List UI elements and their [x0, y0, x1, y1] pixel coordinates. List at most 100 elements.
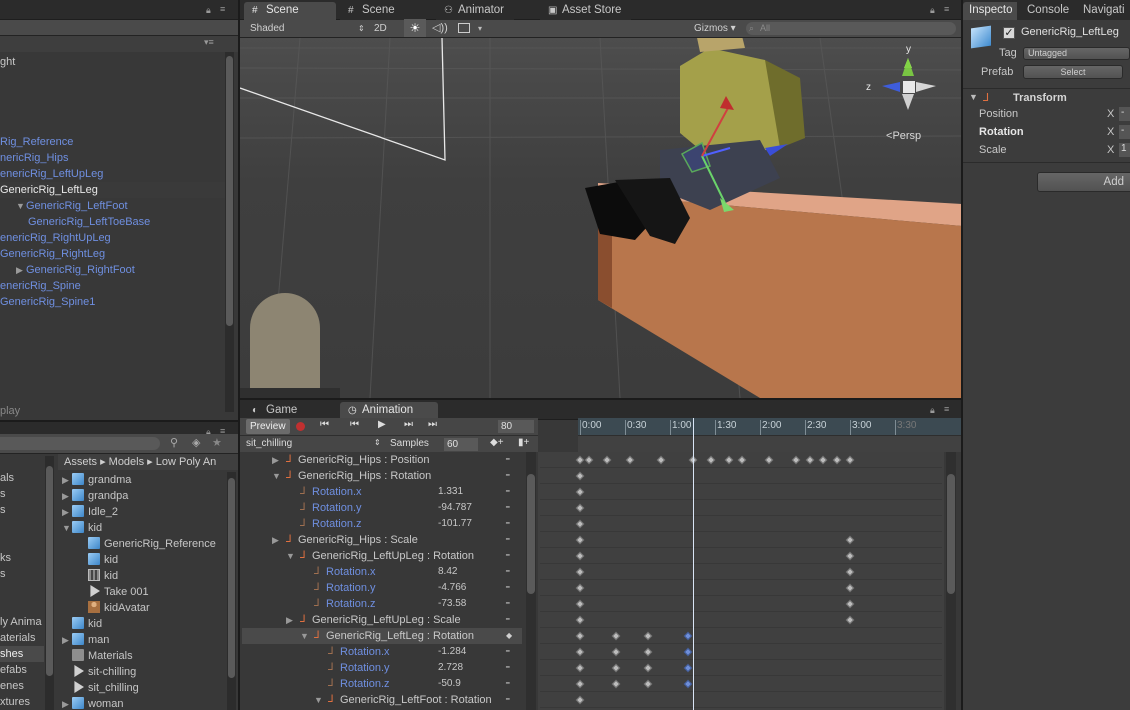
tab-navigation[interactable]: Navigati	[1073, 2, 1130, 20]
keyframe-diamond[interactable]	[575, 583, 585, 593]
expand-arrow-icon[interactable]: ▼	[314, 692, 323, 708]
horizontal-splitter[interactable]	[240, 398, 961, 400]
keyframe-diamond[interactable]	[845, 551, 855, 561]
remove-property-icon[interactable]: ━	[506, 500, 510, 516]
panel-menu-icon[interactable]: ≡	[220, 4, 225, 14]
tag-dropdown[interactable]: Untagged	[1023, 47, 1130, 60]
hierarchy-item[interactable]: GenericRig_LeftToeBase	[0, 214, 225, 230]
keyframe-diamond[interactable]	[575, 647, 585, 657]
expand-arrow-icon[interactable]: ▼	[16, 198, 26, 214]
keyframe-diamond[interactable]	[575, 695, 585, 705]
curve-group-row[interactable]: ▼ ⅃ GenericRig_LeftFoot : Rotation ━	[242, 692, 522, 708]
tab-console[interactable]: Console	[1017, 2, 1080, 20]
project-folder-item[interactable]: s	[0, 502, 6, 518]
curve-property-row[interactable]: ⅃ Rotation.x 1.331 ━	[242, 484, 522, 500]
project-asset-item[interactable]: Materials	[62, 648, 133, 664]
last-keyframe-icon[interactable]: ⏭	[428, 419, 437, 430]
lock-icon[interactable]: 🔒︎	[206, 5, 211, 16]
curve-property-row[interactable]: ⅃ Rotation.x 8.42 ━	[242, 564, 522, 580]
hierarchy-item[interactable]: GenericRig_RightLeg	[0, 246, 225, 262]
hierarchy-item[interactable]: ▼GenericRig_LeftFoot	[0, 198, 225, 214]
keyframe-diamond[interactable]	[643, 679, 652, 689]
keyframe-diamond[interactable]	[845, 599, 855, 609]
play-icon[interactable]: ▶	[378, 419, 386, 430]
project-folder-item[interactable]: als	[0, 470, 14, 486]
remove-property-icon[interactable]: ━	[506, 548, 510, 564]
curve-property-row[interactable]: ⅃ Rotation.y -4.766 ━	[242, 580, 522, 596]
persp-label[interactable]: <Persp	[886, 130, 921, 142]
keyframe-diamond[interactable]	[575, 567, 585, 577]
curves-scrollbar[interactable]	[526, 452, 536, 710]
project-asset-scrollbar[interactable]	[227, 472, 236, 710]
scene-search-input[interactable]: ⌕ All	[746, 22, 956, 35]
curve-group-row[interactable]: ▶ ⅃ GenericRig_LeftUpLeg : Scale ━	[242, 612, 522, 628]
horizontal-splitter[interactable]	[0, 420, 238, 422]
vertical-splitter[interactable]	[238, 0, 240, 710]
remove-property-icon[interactable]: ━	[506, 644, 510, 660]
keyframe-diamond[interactable]	[845, 567, 855, 577]
project-folder-scrollbar[interactable]	[45, 456, 54, 710]
tab-inspector[interactable]: Inspecto	[963, 2, 1023, 20]
remove-property-icon[interactable]: ━	[506, 484, 510, 500]
project-asset-item[interactable]: ▶ Idle_2	[62, 504, 118, 520]
collapse-arrow-icon[interactable]: ▶	[62, 504, 72, 520]
project-asset-item[interactable]: ▶ man	[62, 632, 109, 648]
lock-icon[interactable]: 🔒︎	[930, 405, 935, 416]
keyframe-diamond[interactable]	[611, 647, 621, 657]
project-asset-item[interactable]: sit_chilling	[62, 680, 139, 696]
project-folder-item[interactable]: ks	[0, 550, 11, 566]
curve-group-row[interactable]: ▶ ⅃ GenericRig_Hips : Scale ━	[242, 532, 522, 548]
collapse-arrow-icon[interactable]: ▶	[62, 488, 72, 504]
project-folder-item[interactable]: xtures	[0, 694, 30, 710]
expand-arrow-icon[interactable]: ▼	[272, 468, 281, 484]
expand-arrow-icon[interactable]: ▼	[62, 520, 72, 536]
keyframe-diamond[interactable]	[625, 455, 634, 465]
record-button-icon[interactable]	[296, 422, 305, 431]
samples-field[interactable]: 60	[444, 438, 478, 451]
hierarchy-item[interactable]: Rig_Reference	[0, 134, 225, 150]
hierarchy-scrollbar[interactable]	[225, 52, 234, 412]
filter-by-label-icon[interactable]: ◈	[192, 436, 200, 449]
keyframe-diamond[interactable]	[805, 455, 814, 465]
keyframe-diamond[interactable]	[845, 615, 855, 625]
tab-animator[interactable]: ⚇ Animator	[436, 2, 515, 20]
property-value[interactable]: -4.766	[438, 580, 466, 596]
tab-scene[interactable]: # Scene	[340, 2, 405, 20]
project-folder-item[interactable]: ly Anima	[0, 614, 42, 630]
keyframe-diamond[interactable]	[791, 455, 801, 465]
expand-arrow-icon[interactable]: ▼	[300, 628, 309, 644]
remove-property-icon[interactable]: ━	[506, 612, 510, 628]
curve-property-row[interactable]: ⅃ Rotation.z -101.77 ━	[242, 516, 522, 532]
keyframe-diamond[interactable]	[643, 647, 652, 657]
project-asset-item[interactable]: ▶ grandpa	[62, 488, 128, 504]
project-folder-item[interactable]: s	[0, 566, 6, 582]
project-search-input[interactable]	[0, 437, 160, 450]
keyframe-diamond[interactable]	[706, 455, 715, 465]
chevron-down-icon[interactable]: ▾	[478, 20, 482, 37]
property-value[interactable]: -50.9	[438, 676, 461, 692]
scene-viewport[interactable]: y z <Persp	[240, 38, 962, 398]
keyframe-diamond[interactable]	[575, 599, 585, 609]
panel-menu-icon[interactable]: ▾≡	[204, 37, 214, 48]
project-folder-item[interactable]: enes	[0, 678, 24, 694]
remove-property-icon[interactable]: ━	[506, 516, 510, 532]
first-keyframe-icon[interactable]: ⏮	[320, 419, 329, 430]
gizmos-dropdown[interactable]: Gizmos ▾	[694, 20, 736, 37]
remove-property-icon[interactable]: ━	[506, 468, 510, 484]
keyframe-diamond[interactable]	[575, 519, 585, 529]
rotation-x-field[interactable]: -	[1119, 125, 1130, 139]
hierarchy-item[interactable]: nericRig_Hips	[0, 150, 225, 166]
keyframe-diamond[interactable]	[575, 615, 585, 625]
keyframe-diamond[interactable]	[611, 631, 621, 641]
keyframe-diamond[interactable]	[737, 455, 747, 465]
keyframe-diamond[interactable]	[602, 455, 612, 465]
hierarchy-item[interactable]: GenericRig_Spine1	[0, 294, 225, 310]
panel-menu-icon[interactable]: ≡	[944, 4, 949, 14]
curve-group-row[interactable]: ▼ ⅃ GenericRig_LeftLeg : Rotation ◆	[242, 628, 522, 644]
next-keyframe-icon[interactable]: ⏭	[404, 419, 413, 430]
keyframe-diamond[interactable]	[683, 631, 693, 641]
remove-property-icon[interactable]: ━	[506, 692, 510, 708]
collapse-arrow-icon[interactable]: ▶	[272, 452, 279, 468]
keyframe-diamond[interactable]	[575, 663, 585, 673]
project-asset-item[interactable]: ▼ kid	[62, 520, 102, 536]
